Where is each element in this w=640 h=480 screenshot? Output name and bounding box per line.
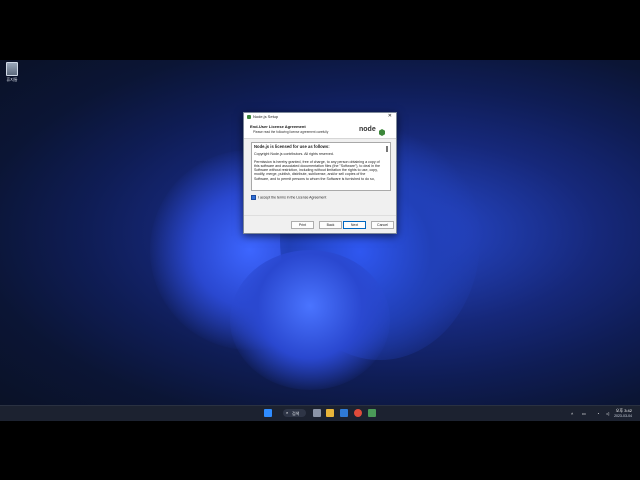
next-button[interactable]: Next: [343, 221, 366, 229]
edge-icon[interactable]: [340, 409, 348, 417]
taskbar: ⌕ 검색 ˄ ▭ ◔ ◁ 오후 3:42 2023-03-04: [0, 405, 640, 421]
accept-label: I accept the terms in the License Agreem…: [258, 195, 327, 200]
wallpaper-bloom: [230, 250, 390, 390]
task-view-icon[interactable]: [313, 409, 321, 417]
scrollbar-thumb[interactable]: [386, 146, 388, 152]
header-title: End-User License Agreement: [250, 124, 306, 129]
cancel-button[interactable]: Cancel: [371, 221, 394, 229]
app-icon: [247, 115, 251, 119]
clock-date: 2023-03-04: [614, 414, 632, 418]
volume-icon[interactable]: ◁: [606, 411, 609, 416]
setup-dialog[interactable]: Node.js Setup ✕ End-User License Agreeme…: [243, 112, 397, 234]
accept-checkbox[interactable]: [251, 195, 256, 200]
recycle-bin-label: 휴지통: [6, 77, 18, 82]
trash-icon: [6, 62, 18, 76]
dialog-title: Node.js Setup: [253, 114, 279, 119]
wifi-icon[interactable]: ◔: [597, 411, 599, 416]
license-text-box[interactable]: Node.js is licensed for use as follows: …: [251, 142, 391, 191]
logo-text: node: [359, 126, 376, 133]
license-scrollbar[interactable]: [385, 144, 389, 189]
start-icon[interactable]: [264, 409, 272, 417]
dialog-header: End-User License Agreement Please read t…: [244, 121, 396, 139]
dialog-titlebar[interactable]: Node.js Setup ✕: [244, 113, 396, 121]
search-icon: ⌕: [286, 410, 289, 415]
notification-icon[interactable]: ▭: [582, 411, 586, 416]
divider: [244, 215, 396, 216]
license-body: Permission is hereby granted, free of ch…: [254, 159, 381, 181]
recycle-bin-icon[interactable]: 휴지통: [3, 62, 21, 83]
accept-checkbox-row[interactable]: I accept the terms in the License Agreem…: [251, 195, 326, 200]
chrome-icon[interactable]: [354, 409, 362, 417]
back-button[interactable]: Back: [319, 221, 342, 229]
button-row: Print Back Next Cancel: [244, 221, 396, 229]
header-subtitle: Please read the following license agreem…: [253, 130, 329, 134]
nodejs-setup-taskbar-icon[interactable]: [368, 409, 376, 417]
search-box[interactable]: ⌕ 검색: [283, 409, 306, 417]
close-icon[interactable]: ✕: [388, 113, 392, 119]
nodejs-logo: node: [359, 126, 385, 136]
print-button[interactable]: Print: [291, 221, 314, 229]
system-clock[interactable]: 오후 3:42 2023-03-04: [614, 408, 632, 418]
chevron-up-icon[interactable]: ˄: [571, 411, 573, 416]
search-label: 검색: [292, 411, 300, 416]
file-explorer-icon[interactable]: [326, 409, 334, 417]
